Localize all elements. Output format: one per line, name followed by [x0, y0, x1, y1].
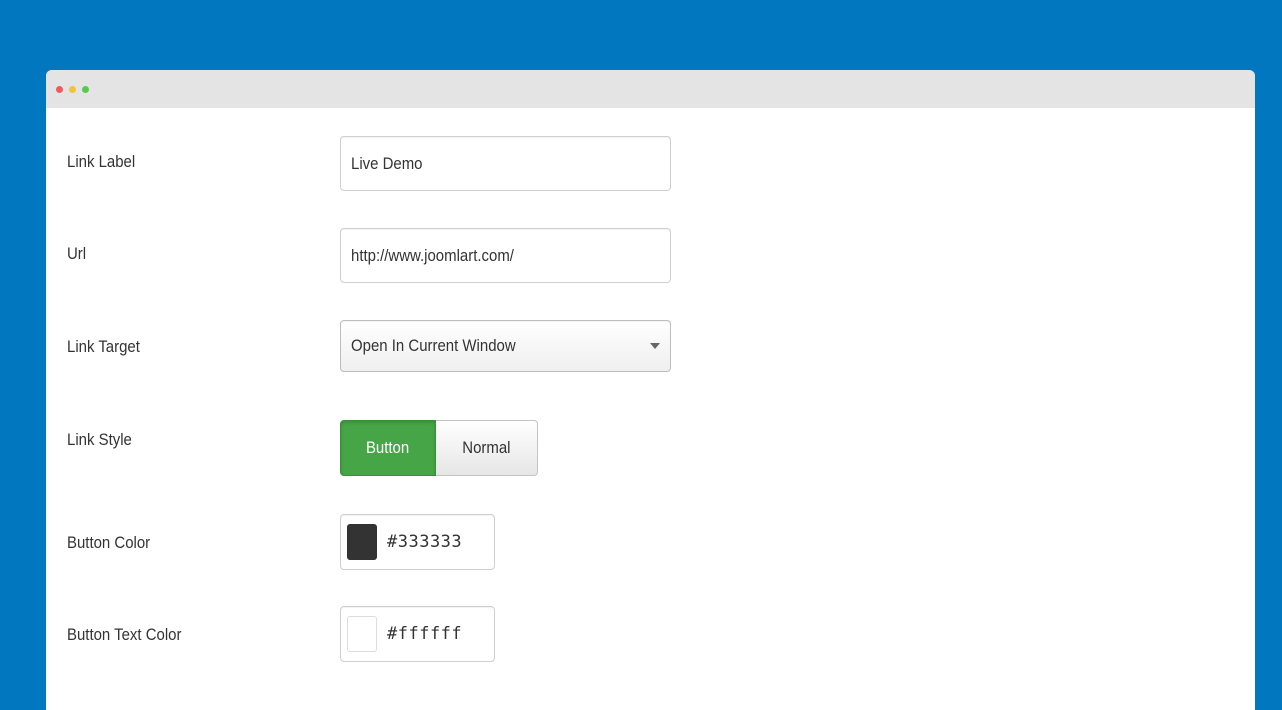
link-label-input[interactable]: Live Demo: [340, 136, 671, 191]
button-color-swatch[interactable]: [347, 524, 377, 560]
button-text-color-label: Button Text Color: [67, 625, 182, 644]
link-target-select[interactable]: Open In Current Window: [340, 320, 671, 372]
link-label-value: Live Demo: [351, 153, 423, 173]
button-color-value: #333333: [387, 532, 463, 552]
button-text-color-picker[interactable]: #ffffff: [340, 606, 495, 662]
chevron-down-icon: [650, 343, 660, 349]
maximize-dot-icon[interactable]: [82, 86, 89, 93]
button-text-color-value: #ffffff: [387, 624, 463, 644]
close-dot-icon[interactable]: [56, 86, 63, 93]
link-target-label: Link Target: [67, 337, 140, 356]
button-color-label: Button Color: [67, 533, 151, 552]
link-style-normal-option[interactable]: Normal: [436, 420, 538, 476]
url-value: http://www.joomlart.com/: [351, 245, 514, 265]
link-style-label: Link Style: [67, 430, 132, 449]
button-text-color-swatch[interactable]: [347, 616, 377, 652]
minimize-dot-icon[interactable]: [69, 86, 76, 93]
link-label-label: Link Label: [67, 152, 136, 171]
link-style-toggle: Button Normal: [340, 420, 538, 476]
link-target-selected: Open In Current Window: [351, 336, 516, 355]
button-color-picker[interactable]: #333333: [340, 514, 495, 570]
url-input[interactable]: http://www.joomlart.com/: [340, 228, 671, 283]
form-window: Link Label Live Demo Url http://www.joom…: [46, 70, 1255, 710]
window-titlebar: [46, 70, 1255, 108]
url-label: Url: [67, 244, 87, 263]
link-style-button-option[interactable]: Button: [340, 420, 436, 476]
